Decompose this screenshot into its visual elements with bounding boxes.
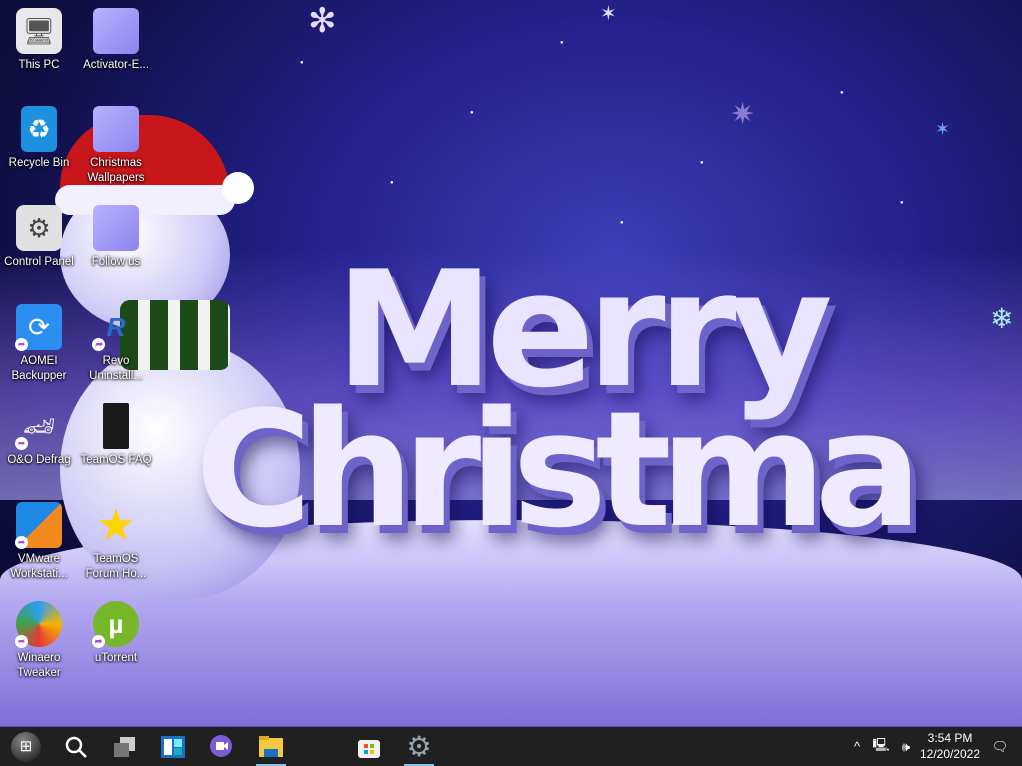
shortcut-arrow-icon: ➦ (92, 635, 105, 648)
search-button[interactable] (56, 727, 96, 766)
star: ● (700, 160, 704, 166)
desktop-icon-teamos-forum[interactable]: ★ TeamOS Forum Ho... (77, 500, 155, 582)
shortcut-arrow-icon: ➦ (15, 437, 28, 450)
star: ● (300, 60, 304, 66)
star: ● (390, 180, 394, 186)
icon-label: AOMEI Backupper (11, 355, 67, 382)
star: ● (620, 220, 624, 226)
widgets-button[interactable] (153, 727, 193, 766)
file-icon (93, 8, 139, 54)
star: ● (840, 90, 844, 96)
vmware-icon: ➦ (15, 502, 62, 549)
volume-icon: 🕪 (901, 738, 911, 754)
show-hidden-icons-button[interactable]: ^ (846, 727, 868, 766)
microsoft-store-button[interactable] (349, 727, 389, 766)
recycle-bin-icon: ♻ (21, 106, 57, 152)
icon-label: Control Panel (4, 256, 74, 268)
clock[interactable]: 3:54 PM 12/20/2022 (912, 730, 988, 762)
tweaker-icon: ➦ (15, 601, 62, 648)
icon-label: Activator-E... (83, 59, 149, 71)
file-explorer-button[interactable] (251, 727, 291, 766)
shortcut-arrow-icon: ➦ (15, 338, 28, 351)
start-button[interactable]: ⊞ (6, 727, 46, 766)
gear-icon: ⚙ (16, 205, 62, 251)
network-button[interactable]: 🖳 (870, 727, 892, 766)
widgets-icon (161, 735, 185, 758)
clock-time: 3:54 PM (927, 731, 973, 745)
desktop-icon-vmware[interactable]: ➦ VMware Workstati... (0, 502, 78, 582)
folder-icon (259, 735, 283, 757)
desktop-icon-this-pc[interactable]: 🖥 This PC (0, 8, 78, 73)
snowflake: ✶ (935, 119, 951, 139)
file-icon (93, 106, 139, 152)
icon-label: Winaero Tweaker (17, 652, 61, 679)
desktop-icon-utorrent[interactable]: µ ➦ uTorrent (77, 601, 155, 666)
star: ● (560, 40, 564, 46)
snowman-hat-pom (222, 172, 254, 204)
utorrent-icon: µ ➦ (92, 601, 139, 648)
icon-label: VMware Workstati... (10, 553, 68, 580)
clock-date: 12/20/2022 (919, 747, 981, 761)
snowflake: ✻ (308, 2, 337, 40)
icon-label: This PC (18, 59, 60, 71)
file-icon (93, 205, 139, 251)
icon-label: Revo Uninstall... (89, 355, 143, 382)
document-icon (103, 403, 129, 449)
shortcut-arrow-icon: ➦ (15, 635, 28, 648)
search-icon (65, 736, 87, 758)
shortcut-arrow-icon: ➦ (15, 536, 28, 549)
defrag-icon: 🏎 ➦ (15, 403, 62, 450)
notification-icon: 🗨 (991, 738, 1009, 754)
star-icon: ★ (96, 500, 136, 550)
desktop-icon-christmas-wallpapers[interactable]: Christmas Wallpapers (77, 106, 155, 186)
desktop-icon-oo-defrag[interactable]: 🏎 ➦ O&O Defrag (0, 403, 78, 468)
desktop-icon-recycle-bin[interactable]: ♻ Recycle Bin (0, 106, 78, 171)
icon-label: uTorrent (94, 652, 138, 664)
icon-label: O&O Defrag (7, 454, 71, 466)
icon-label: TeamOS FAQ (80, 454, 152, 466)
shortcut-arrow-icon: ➦ (92, 338, 105, 351)
task-view-button[interactable] (105, 727, 145, 766)
icon-label: TeamOS Forum Ho... (85, 553, 147, 580)
uninstaller-icon: R ➦ (92, 304, 139, 351)
star: ● (470, 110, 474, 116)
gear-icon: ⚙ (406, 730, 432, 762)
desktop-icon-activator[interactable]: Activator-E... (77, 8, 155, 73)
icon-label: Recycle Bin (8, 157, 70, 169)
desktop-icon-teamos-faq[interactable]: TeamOS FAQ (77, 403, 155, 468)
windows-logo-icon: ⊞ (11, 731, 41, 762)
icon-label: Christmas Wallpapers (87, 157, 145, 184)
task-view-icon (114, 736, 135, 757)
wallpaper-text-christmas: Christma (195, 376, 922, 563)
icon-label: Follow us (91, 256, 141, 268)
desktop-icon-control-panel[interactable]: ⚙ Control Panel (0, 205, 78, 270)
network-icon: 🖳 (872, 736, 890, 752)
desktop-icon-aomei-backupper[interactable]: ⟳ ➦ AOMEI Backupper (0, 304, 78, 384)
chat-button[interactable] (201, 727, 241, 766)
backup-icon: ⟳ ➦ (15, 304, 62, 351)
notifications-button[interactable]: 🗨 (988, 727, 1012, 766)
taskbar: ⊞ ⚙ ^ 🖳 🕪 3:54 PM 12/20/2022 🗨 (0, 726, 1022, 766)
snowflake: ❄ (990, 303, 1014, 334)
desktop-icon-follow-us[interactable]: Follow us (77, 205, 155, 270)
computer-icon: 🖥 (16, 8, 62, 54)
desktop-icon-revo-uninstaller[interactable]: R ➦ Revo Uninstall... (77, 304, 155, 384)
star: ● (900, 200, 904, 206)
chevron-up-icon: ^ (853, 739, 861, 754)
store-icon (358, 739, 380, 758)
desktop-icon-winaero-tweaker[interactable]: ➦ Winaero Tweaker (0, 601, 78, 681)
snowflake: ✷ (730, 98, 756, 131)
snowflake: ✶ (600, 3, 617, 25)
settings-button[interactable]: ⚙ (399, 727, 439, 766)
chat-icon (210, 734, 232, 757)
